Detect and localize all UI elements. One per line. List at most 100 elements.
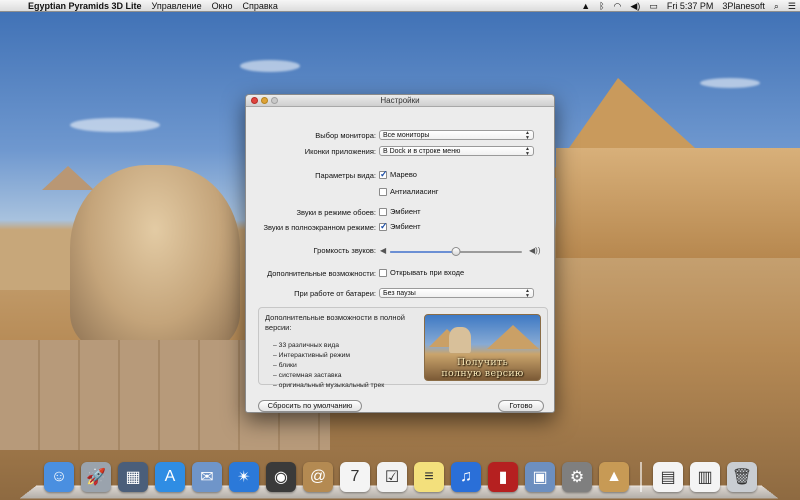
reset-defaults-button[interactable]: Сбросить по умолчанию [258, 400, 362, 412]
battery-icon[interactable]: ▭ [649, 0, 658, 12]
view-params-label: Параметры вида: [315, 171, 376, 180]
volume-high-icon: ◀)) [529, 246, 541, 255]
calendar-icon[interactable]: 7 [340, 462, 370, 492]
fullscreen-ambient-checkbox[interactable]: Эмбиент [379, 221, 421, 232]
dock-separator [640, 462, 642, 492]
pyramid-status-icon[interactable]: ▲ [581, 0, 590, 12]
checkbox-unchecked-icon [379, 187, 387, 196]
notification-center-icon[interactable]: ☰ [788, 0, 796, 12]
app-icons-label: Иконки приложения: [304, 147, 376, 156]
list-item: системная заставка [273, 371, 384, 381]
open-at-login-checkbox[interactable]: Открывать при входе [379, 268, 464, 277]
address-book-icon[interactable]: @ [303, 462, 333, 492]
monitor-label: Выбор монитора: [315, 131, 376, 140]
list-item: 33 различных вида [273, 341, 384, 351]
fullscreen-sounds-label: Звуки в полноэкранном режиме: [263, 223, 377, 232]
promo-title: Дополнительные возможности в полной верс… [265, 313, 405, 332]
mail-icon[interactable]: ✉ [192, 462, 222, 492]
promo-cta-line1: Получить [456, 357, 509, 368]
menu-bar: Egyptian Pyramids 3D Lite Управление Окн… [0, 0, 800, 12]
notes-icon[interactable]: ≡ [414, 462, 444, 492]
haze-checkbox[interactable]: Марево [379, 169, 417, 180]
monitor-select[interactable]: Все мониторы ▲ ▼ [379, 130, 534, 140]
dock-items: ☺ 🚀 ▦ A ✉ ✴ ◉ @7 ☑ ≡ ♫ ▮ ▣ ⚙ ▲ ▤ ▥ 🗑 [44, 462, 757, 492]
clock[interactable]: Fri 5:37 PM [667, 0, 714, 12]
haze-label: Марево [390, 170, 417, 179]
documents-stack-icon[interactable]: ▤ [653, 462, 683, 492]
minimize-button[interactable] [261, 97, 268, 104]
cloud [70, 118, 160, 132]
mission-control-icon[interactable]: ▦ [118, 462, 148, 492]
antialiasing-checkbox[interactable]: Антиалиасинг [379, 187, 439, 196]
checkbox-checked-icon [379, 221, 388, 232]
spotlight-search-icon[interactable]: ⌕ [774, 0, 779, 12]
volume-low-icon: ◀ [380, 246, 387, 255]
volume-icon[interactable]: ◀) [630, 0, 640, 12]
battery-select[interactable]: Без паузы ▲ ▼ [379, 288, 534, 298]
select-arrows-icon: ▲ ▼ [525, 146, 530, 157]
launchpad-icon[interactable]: 🚀 [81, 462, 111, 492]
checkbox-checked-icon [379, 169, 388, 180]
trash-icon[interactable]: 🗑 [727, 462, 757, 492]
app-icons-select-value: В Dock и в строке меню [383, 148, 461, 155]
app-icons-select[interactable]: В Dock и в строке меню ▲ ▼ [379, 146, 534, 156]
menu-window[interactable]: Окно [212, 1, 233, 11]
facetime-icon[interactable]: ◉ [266, 462, 296, 492]
extra-features-label: Дополнительные возможности: [267, 269, 376, 278]
cloud [240, 60, 300, 72]
wallpaper-sounds-label: Звуки в режиме обоев: [296, 208, 376, 217]
downloads-stack-icon[interactable]: ▥ [690, 462, 720, 492]
app-store-icon[interactable]: A [155, 462, 185, 492]
temple-ruins [556, 148, 800, 258]
promo-pyramid [487, 325, 539, 349]
wallpaper-ambient-checkbox[interactable]: Эмбиент [379, 207, 421, 216]
select-arrows-icon: ▲ ▼ [525, 130, 530, 141]
get-full-version-button[interactable]: Получить полную версию [424, 314, 541, 381]
select-arrows-icon: ▲ ▼ [525, 288, 530, 299]
volume-label: Громкость звуков: [313, 246, 376, 255]
dock: ☺ 🚀 ▦ A ✉ ✴ ◉ @7 ☑ ≡ ♫ ▮ ▣ ⚙ ▲ ▤ ▥ 🗑 [19, 454, 779, 500]
done-button[interactable]: Готово [498, 400, 544, 412]
promo-feature-list: 33 различных вида Интерактивный режим бл… [273, 341, 385, 391]
list-item: Интерактивный режим [273, 351, 384, 361]
preferences-content: Выбор монитора: Все мониторы ▲ ▼ Иконки п… [246, 107, 554, 413]
finder-icon[interactable]: ☺ [44, 462, 74, 492]
zoom-button[interactable] [271, 97, 278, 104]
iphoto-icon[interactable]: ▣ [525, 462, 555, 492]
small-pyramid [42, 166, 94, 190]
volume-slider[interactable] [390, 247, 522, 256]
menu-help[interactable]: Справка [243, 1, 278, 11]
preferences-window: Настройки Выбор монитора: Все мониторы ▲… [245, 94, 555, 413]
itunes-icon[interactable]: ♫ [451, 462, 481, 492]
bluetooth-icon[interactable]: ᛒ [599, 0, 604, 12]
sphinx [70, 165, 240, 350]
egyptian-pyramids-icon[interactable]: ▲ [599, 462, 629, 492]
checkbox-unchecked-icon [379, 207, 387, 216]
safari-icon[interactable]: ✴ [229, 462, 259, 492]
list-item: блики [273, 361, 384, 371]
fullscreen-ambient-label: Эмбиент [390, 222, 421, 231]
wallpaper-ambient-label: Эмбиент [390, 207, 421, 216]
user-menu[interactable]: 3Planesoft [722, 0, 765, 12]
window-titlebar[interactable]: Настройки [246, 95, 554, 107]
checkbox-unchecked-icon [379, 268, 387, 277]
promo-sphinx [449, 327, 471, 353]
open-at-login-label: Открывать при входе [390, 268, 465, 277]
promo-cta-line2: полную версию [441, 368, 524, 379]
list-item: оригинальный музыкальный трек [273, 381, 385, 391]
full-version-promo: Дополнительные возможности в полной верс… [258, 307, 548, 389]
wifi-icon[interactable]: ◠ [614, 0, 622, 12]
reminders-icon[interactable]: ☑ [377, 462, 407, 492]
menu-control[interactable]: Управление [152, 1, 202, 11]
status-area: ▲ ᛒ ◠ ◀) ▭ Fri 5:37 PM 3Planesoft ⌕ ☰ [581, 0, 796, 12]
close-button[interactable] [251, 97, 258, 104]
volume-slider-fill [390, 251, 456, 253]
system-preferences-icon[interactable]: ⚙ [562, 462, 592, 492]
volume-slider-knob[interactable] [451, 247, 461, 256]
app-menu[interactable]: Egyptian Pyramids 3D Lite [28, 1, 142, 11]
window-title: Настройки [380, 96, 420, 105]
antialiasing-label: Антиалиасинг [390, 187, 439, 196]
photo-booth-icon[interactable]: ▮ [488, 462, 518, 492]
battery-select-value: Без паузы [383, 290, 416, 297]
battery-label: При работе от батареи: [294, 289, 376, 298]
